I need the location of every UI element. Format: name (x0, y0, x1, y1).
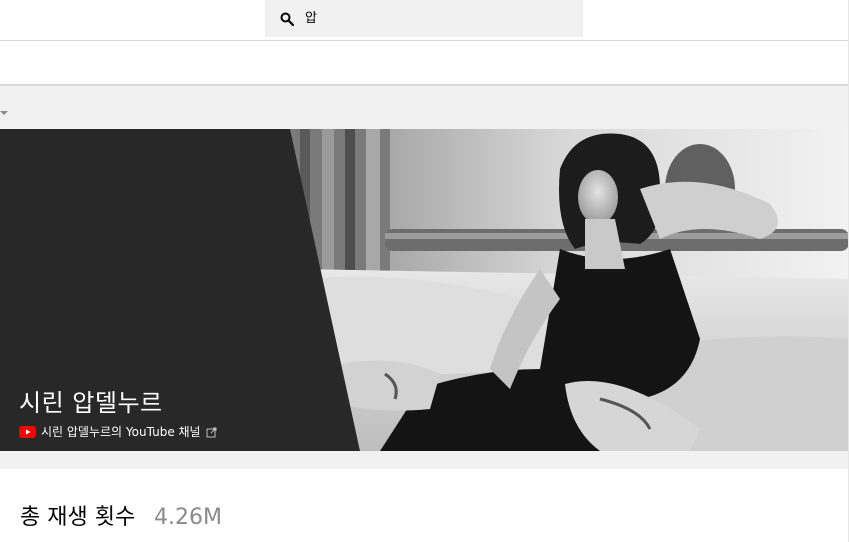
total-views-label: 총 재생 횟수 (20, 505, 136, 530)
total-views-value: 4.26M (154, 505, 222, 530)
channel-name[interactable]: 시린 압델누르 (19, 388, 163, 418)
top-header: 압 (0, 0, 849, 40)
sub-header (0, 41, 849, 84)
page: 압 시린 압델누르 시린 압델누르의 YouTube 채널 총 재생 횟수 4.… (0, 0, 849, 542)
channel-link[interactable]: 시린 압델누르의 YouTube 채널 (19, 424, 217, 440)
stats-section: 총 재생 횟수 4.26M (0, 469, 849, 542)
youtube-logo-icon (19, 426, 36, 438)
filter-strip (0, 86, 849, 129)
channel-banner[interactable]: 시린 압델누르 시린 압델누르의 YouTube 채널 (0, 129, 849, 451)
channel-link-text[interactable]: 시린 압델누르의 YouTube 채널 (41, 424, 201, 440)
search-icon[interactable] (279, 11, 295, 27)
banner-bottom-spacer (0, 451, 849, 469)
search-box[interactable]: 압 (265, 0, 583, 37)
external-link-icon (206, 427, 217, 438)
search-query[interactable]: 압 (305, 11, 317, 27)
dropdown-caret-icon[interactable] (0, 111, 8, 115)
